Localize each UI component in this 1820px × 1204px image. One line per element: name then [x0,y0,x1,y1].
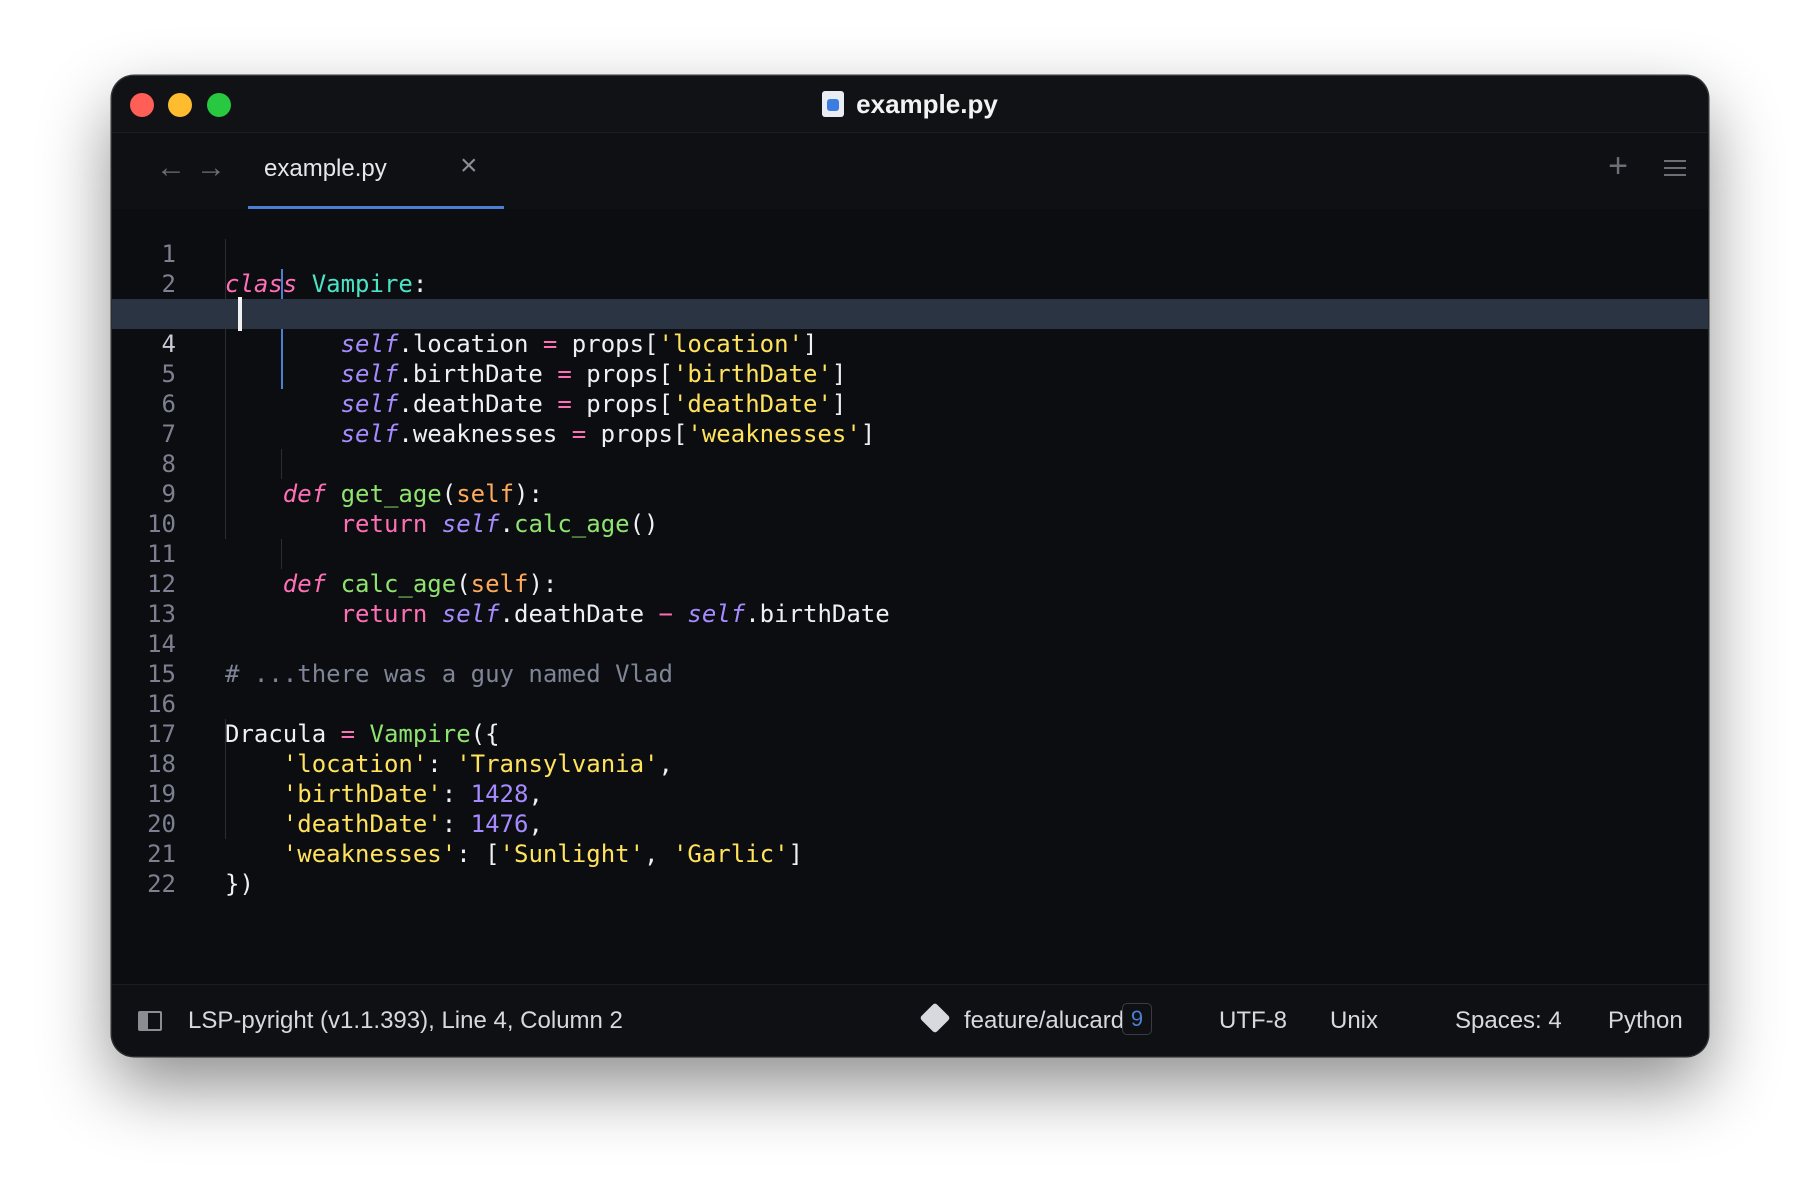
code-line-22[interactable]: 22 [112,839,1708,898]
text-caret [238,297,242,331]
code-line-13[interactable]: 13 [112,569,1708,628]
arrow-right-icon[interactable]: → [196,153,226,183]
syntax-selector[interactable]: Python [1608,1007,1683,1035]
git-branch-icon [919,1002,951,1034]
code-line-2[interactable]: 2 def __init__(self, props): [112,239,1708,328]
python-file-icon [822,91,845,117]
code-line-1[interactable]: 1 class Vampire: [112,209,1708,298]
code-line-17[interactable]: 17 'location': 'Transylvania', [112,689,1708,778]
code-line-18[interactable]: 18 'birthDate': 1428, [112,719,1708,808]
code-line-10[interactable]: 10 [112,479,1708,538]
code-line-20[interactable]: 20 'weaknesses': ['Sunlight', 'Garlic'] [112,779,1708,868]
editor-window: example.py ← → example.py × + 1 class Va… [112,76,1708,1056]
line-number: 22 [147,870,176,898]
tab-bar: ← → example.py × + [112,133,1708,209]
code-line-15[interactable]: 15 [112,629,1708,688]
status-bar: LSP-pyright (v1.1.393), Line 4, Column 2… [112,984,1708,1056]
code-line-3[interactable]: 3 self.location = props['location'] [112,269,1708,358]
line-endings-selector[interactable]: Unix [1330,1007,1378,1035]
code-editor[interactable]: 1 class Vampire: 2 def __init__(self, pr… [112,209,1708,984]
encoding-selector[interactable]: UTF-8 [1219,1007,1287,1035]
title-bar: example.py [112,76,1708,133]
code-line-21[interactable]: 21 }) [112,809,1708,898]
indentation-selector[interactable]: Spaces: 4 [1455,1007,1562,1035]
code-line-4[interactable]: 4 self.birthDate = props['birthDate'] [112,299,1708,388]
git-branch-name[interactable]: feature/alucard [964,1007,1124,1035]
arrow-left-icon[interactable]: ← [156,153,186,183]
window-title-text: example.py [856,88,998,119]
code-text: }) [225,870,254,898]
sidebar-toggle-icon[interactable] [138,1011,162,1031]
window-title: example.py [112,76,1708,132]
code-line-8[interactable]: 8 def get_age(self): [112,419,1708,508]
plus-icon[interactable]: + [1608,147,1628,186]
tab-example-py[interactable]: example.py × [248,133,504,209]
code-line-5[interactable]: 5 self.deathDate = props['deathDate'] [112,329,1708,418]
code-line-19[interactable]: 19 'deathDate': 1476, [112,749,1708,838]
git-changes-badge[interactable]: 9 [1122,1003,1152,1035]
lsp-status[interactable]: LSP-pyright (v1.1.393), Line 4, Column 2 [188,1007,623,1035]
code-line-11[interactable]: 11 def calc_age(self): [112,509,1708,598]
code-line-7[interactable]: 7 [112,389,1708,448]
code-line-12[interactable]: 12 return self.deathDate − self.birthDat… [112,539,1708,628]
code-line-6[interactable]: 6 self.weaknesses = props['weaknesses'] [112,359,1708,448]
tab-label: example.py [264,155,387,182]
close-icon[interactable]: × [460,151,478,181]
hamburger-menu-icon[interactable] [1664,160,1686,176]
code-line-14[interactable]: 14 # ...there was a guy named Vlad [112,599,1708,688]
code-line-16[interactable]: 16 Dracula = Vampire({ [112,659,1708,748]
code-line-9[interactable]: 9 return self.calc_age() [112,449,1708,538]
